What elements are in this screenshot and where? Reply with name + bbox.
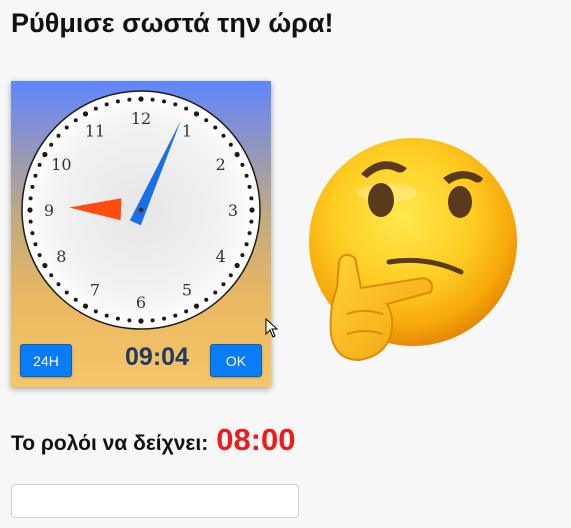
minute-marker — [33, 173, 38, 178]
minute-marker — [213, 125, 218, 130]
clock-numeral: 12 — [131, 109, 151, 128]
minute-marker — [115, 99, 120, 104]
clock-numeral: 9 — [44, 201, 54, 220]
minute-marker — [30, 231, 35, 236]
clock-widget: 12 1 2 3 4 5 6 7 8 9 10 11 24H 09:04 OK — [11, 81, 271, 387]
answer-input[interactable] — [11, 484, 299, 518]
minute-marker — [37, 162, 42, 167]
24h-toggle-button[interactable]: 24H — [20, 344, 72, 377]
minute-marker — [138, 96, 144, 102]
minute-marker — [27, 207, 33, 213]
minute-marker — [49, 142, 54, 147]
minute-marker — [49, 273, 54, 278]
minute-marker — [37, 253, 42, 258]
minute-marker — [42, 151, 48, 158]
minute-marker — [173, 102, 178, 107]
minute-marker — [150, 97, 155, 102]
digital-time-display: 09:04 — [125, 343, 189, 371]
target-label: Το ρολόι να δείχνει: — [11, 432, 209, 455]
minute-marker — [93, 106, 98, 111]
clock-numeral: 10 — [51, 155, 71, 174]
minute-marker — [247, 231, 252, 236]
minute-marker — [56, 282, 61, 287]
minute-marker — [249, 207, 255, 213]
minute-marker — [234, 262, 240, 269]
minute-marker — [249, 196, 254, 201]
minute-marker — [213, 290, 218, 295]
minute-marker — [244, 173, 249, 178]
minute-marker — [64, 290, 69, 295]
minute-marker — [244, 242, 249, 247]
mouse-cursor-icon — [265, 318, 279, 338]
minute-marker — [73, 118, 78, 123]
clock-numeral: 11 — [85, 121, 105, 140]
minute-marker — [240, 253, 245, 258]
minute-marker — [127, 97, 132, 102]
minute-marker — [240, 162, 245, 167]
clock-numeral: 7 — [90, 281, 100, 300]
minute-marker — [82, 303, 89, 309]
minute-marker — [104, 313, 109, 318]
minute-marker — [73, 297, 78, 302]
clock-numeral: 3 — [228, 201, 238, 220]
minute-marker — [82, 111, 89, 117]
clock-numeral: 4 — [216, 247, 226, 266]
minute-marker — [234, 151, 240, 158]
minute-marker — [42, 262, 48, 269]
minute-marker — [249, 219, 254, 224]
minute-marker — [184, 106, 189, 111]
minute-marker — [150, 318, 155, 323]
target-time-row: Το ρολόι να δείχνει: 08:00 — [11, 422, 296, 458]
minute-marker — [138, 318, 144, 324]
minute-marker — [56, 133, 61, 138]
minute-marker — [28, 219, 33, 224]
analog-clock[interactable]: 121234567891011 — [11, 81, 271, 331]
minute-marker — [28, 196, 33, 201]
minute-marker — [221, 282, 226, 287]
minute-marker — [33, 242, 38, 247]
clock-numeral: 8 — [56, 247, 66, 266]
ok-button[interactable]: OK — [210, 344, 262, 377]
minute-marker — [204, 118, 209, 123]
minute-marker — [193, 303, 200, 309]
minute-marker — [221, 133, 226, 138]
clock-numeral: 5 — [182, 281, 192, 300]
thinking-face-icon — [309, 138, 517, 362]
page: Ρύθμισε σωστά την ώρα! 12 1 2 3 4 5 6 7 8 9 10 11 2… — [0, 0, 571, 528]
minute-marker — [162, 99, 167, 104]
page-title: Ρύθμισε σωστά την ώρα! — [11, 8, 334, 38]
minute-marker — [64, 125, 69, 130]
minute-marker — [173, 313, 178, 318]
minute-marker — [115, 316, 120, 321]
target-time: 08:00 — [216, 422, 296, 457]
clock-numeral: 2 — [216, 155, 226, 174]
minute-marker — [127, 318, 132, 323]
minute-marker — [184, 309, 189, 314]
minute-marker — [93, 309, 98, 314]
minute-marker — [193, 111, 200, 117]
minute-marker — [247, 184, 252, 189]
center-pin — [138, 207, 144, 213]
minute-marker — [204, 297, 209, 302]
clock-numeral: 1 — [182, 121, 192, 140]
clock-numeral: 6 — [136, 293, 146, 312]
minute-marker — [104, 102, 109, 107]
minute-marker — [228, 142, 233, 147]
minute-marker — [162, 316, 167, 321]
minute-marker — [30, 184, 35, 189]
minute-marker — [228, 273, 233, 278]
